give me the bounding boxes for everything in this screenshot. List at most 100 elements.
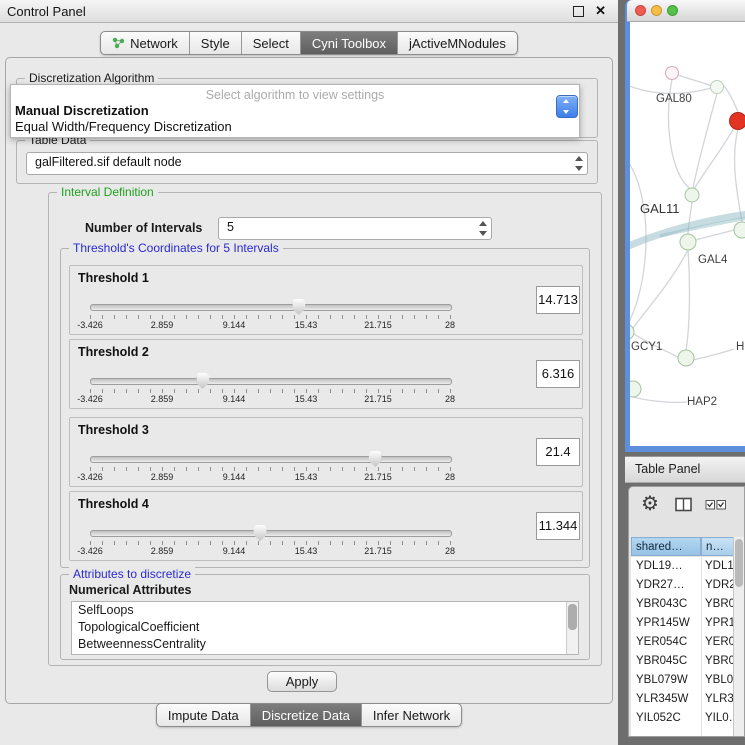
tab-cyni-toolbox[interactable]: Cyni Toolbox xyxy=(300,32,397,54)
threshold-label: Threshold 1 xyxy=(78,271,149,285)
threshold-slider-track[interactable] xyxy=(90,456,452,463)
menu-item-equal-width-frequency[interactable]: Equal Width/Frequency Discretization xyxy=(15,119,555,135)
column-header[interactable]: n… xyxy=(701,537,736,556)
node-label: H xyxy=(736,341,744,353)
tab-label: jActiveMNodules xyxy=(409,36,506,51)
tick-label: 28 xyxy=(445,472,455,482)
group-title: Discretization Algorithm xyxy=(25,71,158,85)
slider-thumb-icon[interactable] xyxy=(292,299,305,315)
slider-ticks xyxy=(90,315,451,319)
close-icon[interactable]: ✕ xyxy=(595,3,606,19)
threshold-value-field[interactable]: 11.344 xyxy=(536,512,580,540)
tab-label: Select xyxy=(253,36,289,51)
algorithm-placeholder: Select algorithm to view settings xyxy=(11,88,579,102)
tick-label: 9.144 xyxy=(223,472,246,482)
tick-label: 9.144 xyxy=(223,394,246,404)
network-node[interactable] xyxy=(630,381,641,397)
list-item[interactable]: TopologicalCoefficient xyxy=(72,619,567,636)
number-of-intervals-combobox[interactable]: 5 xyxy=(218,217,492,240)
stepper-up-icon xyxy=(563,99,569,103)
network-node[interactable] xyxy=(666,67,679,80)
tick-label: -3.426 xyxy=(77,320,103,330)
table-row[interactable]: YIL052CYIL0… xyxy=(631,709,736,728)
column-header[interactable]: shared… xyxy=(631,537,701,556)
select-checkboxes-icon[interactable] xyxy=(705,499,729,511)
bottom-tab-bar: Impute Data Discretize Data Infer Network xyxy=(156,703,462,727)
network-node[interactable] xyxy=(680,234,696,250)
network-node[interactable] xyxy=(711,81,724,94)
table-body: YDL19…YDL1…YDR27…YDR2…YBR043CYBR0…YPR145… xyxy=(631,557,736,736)
algorithm-dropdown-popup: Select algorithm to view settings Manual… xyxy=(10,84,580,138)
table-row[interactable]: YBR043CYBR0… xyxy=(631,595,736,614)
tick-label: 15.43 xyxy=(295,546,318,556)
node-label: GAL80 xyxy=(656,93,692,105)
network-node[interactable] xyxy=(734,222,745,238)
table-panel-header: Table Panel xyxy=(625,456,745,483)
selected-network-node[interactable] xyxy=(730,113,745,130)
slider-thumb-icon[interactable] xyxy=(369,451,382,467)
table-cell: YER054C xyxy=(636,633,698,652)
threshold-slider-track[interactable] xyxy=(90,378,452,385)
tick-label: -3.426 xyxy=(77,472,103,482)
threshold-label: Threshold 4 xyxy=(78,497,149,511)
threshold-value-field[interactable]: 14.713 xyxy=(536,286,580,314)
threshold-slider-track[interactable] xyxy=(90,530,452,537)
table-row[interactable]: YPR145WYPR1… xyxy=(631,614,736,633)
threshold-slider-track[interactable] xyxy=(90,304,452,311)
slider-thumb-icon[interactable] xyxy=(254,525,267,541)
tab-jactivemnodules[interactable]: jActiveMNodules xyxy=(397,32,517,54)
tab-network[interactable]: Network xyxy=(101,32,189,54)
table-row[interactable]: YDL19…YDL1… xyxy=(631,557,736,576)
tab-label: Cyni Toolbox xyxy=(312,36,386,51)
minimize-traffic-light-icon[interactable] xyxy=(651,5,662,16)
list-item[interactable]: SelfLoops xyxy=(72,602,567,619)
table-cell: YBR0… xyxy=(705,595,735,614)
combobox-arrows-icon xyxy=(573,153,583,174)
network-node[interactable] xyxy=(678,350,694,366)
tick-label: 2.859 xyxy=(151,394,174,404)
close-traffic-light-icon[interactable] xyxy=(635,5,646,16)
table-cell: YDR27… xyxy=(636,576,698,595)
tab-discretize-data[interactable]: Discretize Data xyxy=(250,704,361,726)
table-scrollbar[interactable] xyxy=(733,537,744,736)
threshold-value-field[interactable]: 6.316 xyxy=(536,360,580,388)
table-cell: YIL052C xyxy=(636,709,698,728)
zoom-traffic-light-icon[interactable] xyxy=(667,5,678,16)
threshold-value-field[interactable]: 21.4 xyxy=(536,438,580,466)
columns-icon[interactable] xyxy=(675,497,693,512)
table-row[interactable]: YBR045CYBR0… xyxy=(631,652,736,671)
tab-impute-data[interactable]: Impute Data xyxy=(157,704,250,726)
control-panel-titlebar: Control Panel ✕ xyxy=(0,0,618,23)
table-data-combobox[interactable]: galFiltered.sif default node xyxy=(26,152,588,175)
minimize-icon[interactable] xyxy=(573,6,584,17)
table-panel-title: Table Panel xyxy=(635,462,700,476)
scrollbar-thumb[interactable] xyxy=(568,604,577,630)
algorithm-combo-stepper[interactable] xyxy=(556,95,578,118)
list-item[interactable]: BetweennessCentrality xyxy=(72,636,567,653)
tick-label: 9.144 xyxy=(223,546,246,556)
threshold-panel: Threshold 1-3.4262.8599.14415.4321.71528… xyxy=(69,265,583,335)
tab-label: Discretize Data xyxy=(262,708,350,723)
group-title: Interval Definition xyxy=(57,185,158,199)
table-row[interactable]: YLR345WYLR3… xyxy=(631,690,736,709)
tab-infer-network[interactable]: Infer Network xyxy=(361,704,461,726)
table-row[interactable]: YER054CYER0… xyxy=(631,633,736,652)
scrollbar-thumb[interactable] xyxy=(735,539,743,587)
slider-thumb-icon[interactable] xyxy=(196,373,209,389)
thresholds-group: Threshold's Coordinates for 5 Intervals … xyxy=(60,248,590,568)
numerical-attributes-listbox[interactable]: SelfLoopsTopologicalCoefficientBetweenne… xyxy=(71,601,579,655)
tab-select[interactable]: Select xyxy=(241,32,300,54)
apply-button[interactable]: Apply xyxy=(267,671,337,692)
combobox-arrows-icon xyxy=(477,218,487,239)
slider-tick-labels: -3.4262.8599.14415.4321.71528 xyxy=(90,546,450,557)
network-canvas[interactable]: GAL80 GAL11 GAL4 GCY1 H HAP2 xyxy=(630,22,745,446)
slider-ticks xyxy=(90,541,451,545)
tab-style[interactable]: Style xyxy=(189,32,241,54)
tick-label: 15.43 xyxy=(295,472,318,482)
menu-item-manual-discretization[interactable]: Manual Discretization xyxy=(15,103,555,119)
list-scrollbar[interactable] xyxy=(566,602,578,654)
network-node[interactable] xyxy=(685,188,699,202)
gear-icon[interactable]: ⚙ xyxy=(641,491,659,516)
table-row[interactable]: YBL079WYBL0… xyxy=(631,671,736,690)
table-row[interactable]: YDR27…YDR2… xyxy=(631,576,736,595)
